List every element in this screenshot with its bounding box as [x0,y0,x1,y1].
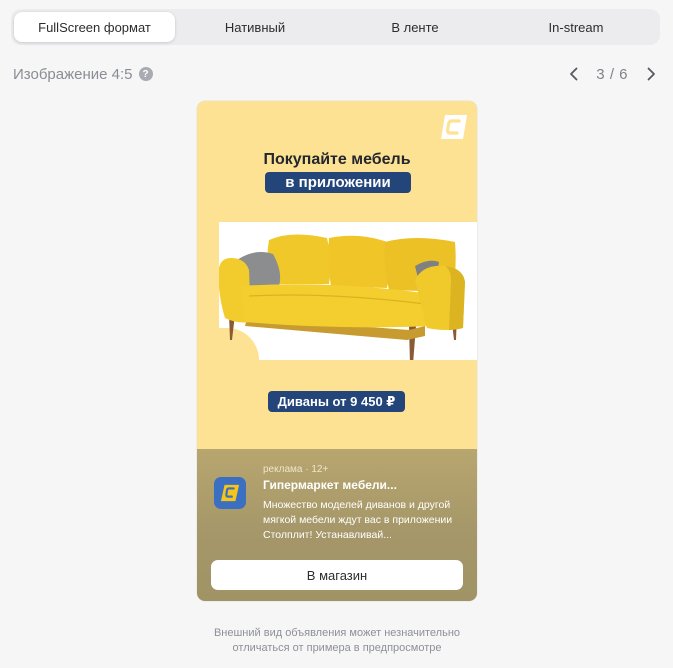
disclaimer-line-2: отличаться от примера в предпросмотре [232,642,442,654]
ad-meta-label: реклама · 12+ [263,464,329,475]
shop-button[interactable]: В магазин [211,560,463,590]
preview-disclaimer: Внешний вид объявления может незначитель… [187,626,487,656]
pager-current: 3 [596,65,606,83]
ad-description: Множество моделей диванов и другой мягко… [263,499,453,541]
yellow-sofa-image [219,222,477,360]
pager-total: 6 [619,65,628,83]
tab-native[interactable]: Нативный [175,12,335,42]
format-tabs: FullScreen формат Нативный В ленте In-st… [11,9,660,45]
ad-price-label: Диваны от 9 450 ₽ [268,391,405,412]
ad-headline-highlight: в приложении [265,172,411,193]
chevron-right-icon[interactable] [644,65,658,83]
preview-header: Изображение 4:5 ? 3 / 6 [13,64,660,84]
disclaimer-line-1: Внешний вид объявления может незначитель… [213,627,461,639]
brand-logo-icon [214,477,246,509]
tab-fullscreen[interactable]: FullScreen формат [14,12,175,42]
pager: 3 / 6 [566,65,660,83]
pager-separator: / [609,65,615,83]
preview-title: Изображение 4:5 [13,65,133,83]
preview-title-group: Изображение 4:5 ? [13,66,153,83]
question-circle-icon[interactable]: ? [138,67,153,81]
ad-preview: Покупайте мебель в приложении Диваны от … [197,101,477,601]
chevron-left-icon[interactable] [566,65,580,83]
tab-feed[interactable]: В ленте [335,12,495,42]
brand-corner-logo-icon [439,113,469,141]
tab-instream[interactable]: In-stream [495,12,657,42]
ad-info-panel: реклама · 12+ Гипермаркет мебели... Множ… [197,449,477,601]
ad-title: Гипермаркет мебели... [263,478,397,492]
ad-headline: Покупайте мебель [263,151,411,168]
pager-count: 3 / 6 [596,66,628,83]
